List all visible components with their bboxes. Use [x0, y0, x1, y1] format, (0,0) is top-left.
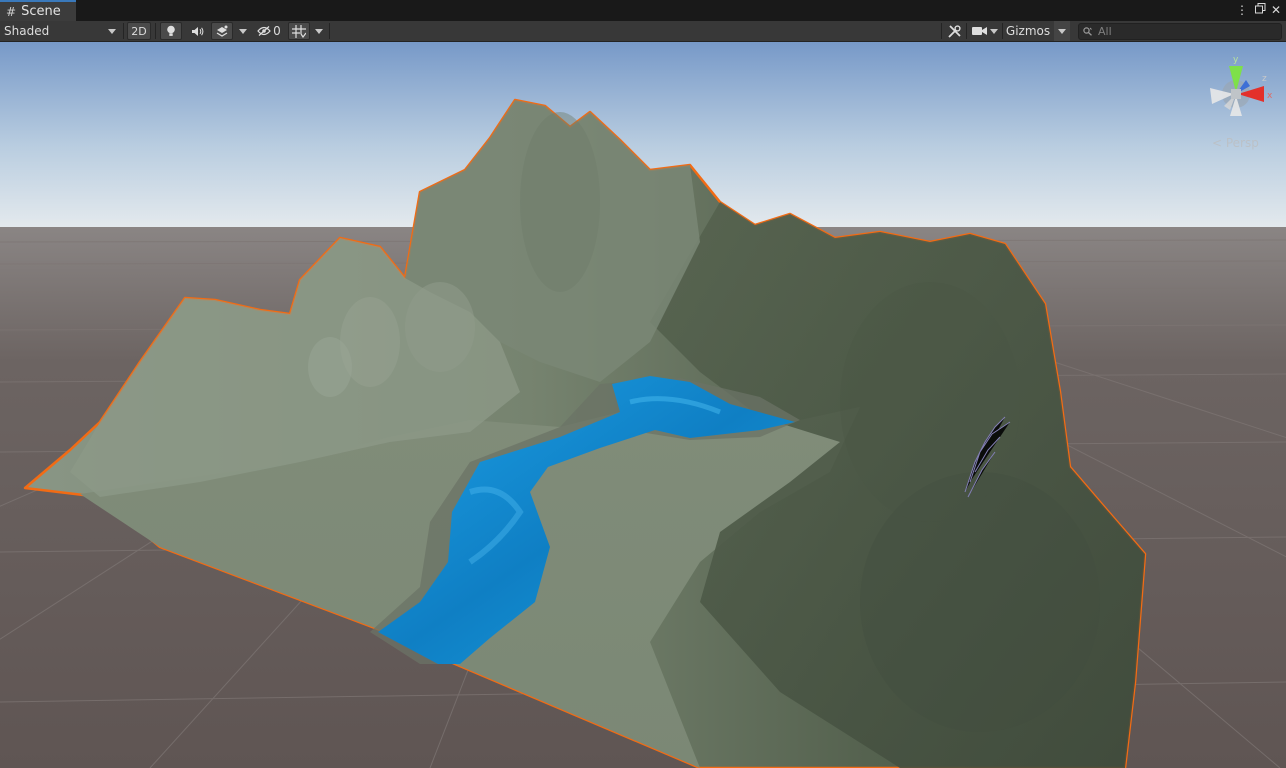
axis-x-label: x	[1267, 91, 1273, 101]
chevron-down-icon	[108, 28, 116, 34]
gizmos-dropdown[interactable]	[1054, 21, 1070, 41]
chevron-down-icon	[239, 28, 247, 34]
scene-search-field[interactable]	[1078, 23, 1282, 40]
tools-icon	[947, 24, 961, 38]
draw-mode-dropdown[interactable]: Shaded	[2, 21, 120, 41]
tab-bar: # Scene ⋮ ✕	[0, 0, 1286, 21]
camera-icon	[971, 27, 987, 35]
more-options-icon[interactable]: ⋮	[1235, 2, 1249, 18]
scene-viewport[interactable]: y z x < Persp	[0, 42, 1286, 768]
axis-z-label: z	[1262, 74, 1267, 84]
audio-toggle-button[interactable]	[186, 21, 208, 41]
scene-toolbar: Shaded 2D 0 Gizmos	[0, 21, 1286, 42]
speaker-icon	[191, 26, 203, 36]
maximize-icon[interactable]	[1253, 2, 1267, 18]
draw-mode-label: Shaded	[4, 24, 50, 38]
scene-render[interactable]: y z x	[0, 42, 1286, 768]
close-icon[interactable]: ✕	[1269, 2, 1283, 18]
hidden-count: 0	[273, 24, 281, 38]
camera-button[interactable]	[969, 21, 989, 41]
chevron-down-icon	[1058, 28, 1066, 34]
effects-dropdown[interactable]	[236, 21, 250, 41]
gizmos-button[interactable]: Gizmos	[1004, 21, 1052, 41]
2d-toggle-button[interactable]: 2D	[127, 22, 151, 40]
grid-icon	[292, 24, 306, 38]
chevron-down-icon	[990, 28, 998, 34]
search-input[interactable]	[1098, 25, 1268, 38]
hash-grid-icon: #	[6, 4, 17, 19]
camera-dropdown[interactable]	[988, 21, 1000, 41]
axis-y-label: y	[1233, 55, 1239, 65]
grid-dropdown[interactable]	[312, 21, 326, 41]
lighting-toggle-button[interactable]	[160, 22, 182, 40]
search-icon	[1083, 27, 1092, 36]
eye-slash-icon	[257, 26, 271, 36]
tools-button[interactable]	[944, 21, 964, 41]
effects-toggle-button[interactable]	[211, 22, 233, 40]
tab-scene-label: Scene	[21, 4, 61, 19]
hidden-objects-toggle[interactable]: 0	[253, 21, 285, 41]
lightbulb-icon	[167, 25, 175, 36]
layers-icon	[216, 25, 228, 37]
projection-toggle[interactable]: < Persp	[1212, 136, 1259, 150]
grid-toggle-button[interactable]	[288, 22, 310, 40]
chevron-down-icon	[315, 28, 323, 34]
tab-scene[interactable]: # Scene	[0, 0, 76, 21]
